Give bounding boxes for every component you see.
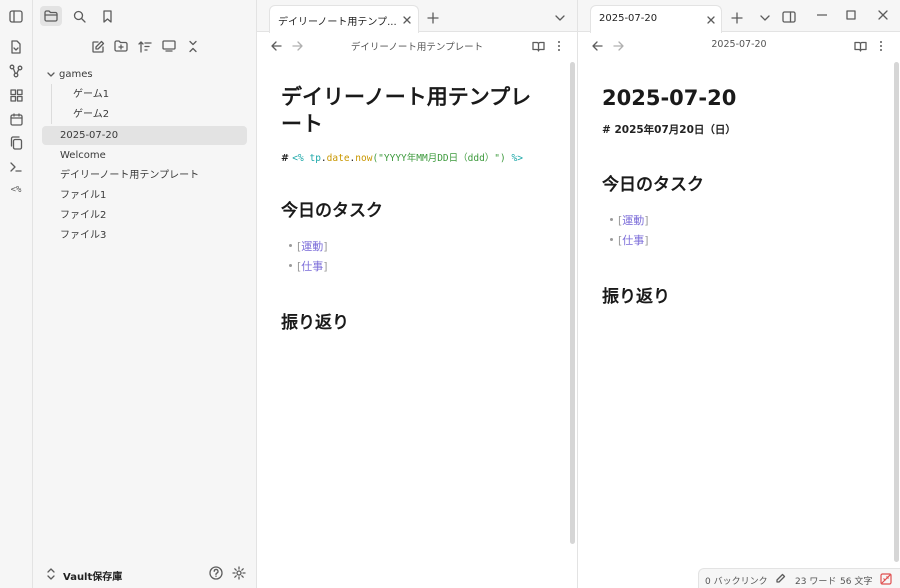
date-heading-line: # 2025年07月20日（日） (602, 124, 736, 136)
tab-list-chevron-down-icon[interactable] (758, 11, 772, 25)
tree-file-file2[interactable]: ファイル2 (60, 206, 106, 225)
templater-code-line: # <% tp.date.now("YYYY年MM月DD日（ddd）") %> (281, 153, 523, 164)
backlinks-count[interactable]: 0 バックリンク (705, 574, 768, 587)
file-label: ゲーム2 (73, 109, 110, 120)
file-label: ファイル2 (60, 210, 107, 221)
tree-file-daily-template[interactable]: デイリーノート用テンプレート (60, 166, 199, 185)
tab-2025-07-20[interactable]: 2025-07-20 (590, 5, 722, 33)
new-note-icon[interactable] (89, 38, 107, 54)
edit-pencil-icon[interactable] (775, 573, 786, 584)
sidebar-toggle-icon[interactable] (7, 7, 25, 25)
heading-todays-tasks: 今日のタスク (281, 201, 383, 221)
reading-view-book-icon[interactable] (531, 39, 545, 53)
minimize-window-icon[interactable] (815, 8, 829, 22)
char-count: 56 文字 (840, 577, 873, 587)
graph-view-icon[interactable] (7, 62, 25, 80)
editor-pane-daily-note: 2025-07-20 2025-07-20 2025-07-20 # 2025年… (578, 0, 900, 588)
vault-name: Vault保存庫 (63, 572, 123, 583)
bookmarks-tab-icon[interactable] (96, 6, 118, 26)
status-bar: 0 バックリンク 23 ワード 56 文字 (698, 568, 900, 588)
help-icon[interactable] (209, 566, 223, 580)
tree-indent-guide (51, 84, 52, 124)
close-icon[interactable] (706, 15, 716, 25)
tab-title: デイリーノート用テンプ... (278, 17, 396, 28)
settings-gear-icon[interactable] (232, 566, 246, 580)
files-tab-folder-icon[interactable] (40, 6, 62, 26)
file-label: ゲーム1 (73, 89, 110, 100)
canvas-icon[interactable] (7, 86, 25, 104)
vertical-scrollbar[interactable] (570, 62, 575, 544)
tab-title: 2025-07-20 (599, 13, 658, 24)
collapse-all-icon[interactable] (184, 38, 202, 54)
heading-review: 振り返り (281, 313, 349, 333)
tab-bar: 2025-07-20 (578, 0, 900, 33)
file-label: 2025-07-20 (60, 130, 119, 141)
copy-icon[interactable] (7, 134, 25, 152)
new-tab-plus-icon[interactable] (730, 11, 744, 25)
more-options-icon[interactable] (552, 39, 566, 53)
chevron-down-icon (47, 72, 55, 77)
tab-list-chevron-down-icon[interactable] (553, 11, 567, 25)
task-list-item: [仕事] (289, 258, 328, 274)
file-label: ファイル3 (60, 230, 107, 241)
vault-switcher[interactable]: Vault保存庫 (33, 560, 257, 588)
right-sidebar-toggle-icon[interactable] (782, 10, 796, 24)
tab-daily-template[interactable]: デイリーノート用テンプ... (269, 5, 419, 33)
note-heading-1: デイリーノート用テンプレ ート (281, 85, 532, 136)
file-explorer-sidebar: games ゲーム1 ゲーム2 2025-07-20 Welcome デイリーノ… (33, 0, 257, 588)
tab-bar: デイリーノート用テンプ... (257, 0, 577, 33)
tree-file-file1[interactable]: ファイル1 (60, 186, 106, 205)
tree-folder-games[interactable]: games (45, 65, 245, 84)
sort-order-icon[interactable] (136, 38, 154, 54)
new-folder-icon[interactable] (112, 38, 130, 54)
templater-icon[interactable]: <% (7, 181, 25, 199)
auto-reveal-icon[interactable] (160, 38, 178, 54)
sync-disabled-icon[interactable] (880, 573, 892, 585)
file-label: ファイル1 (60, 190, 107, 201)
ribbon: <% (0, 0, 33, 588)
tree-file-file3[interactable]: ファイル3 (60, 226, 106, 245)
close-icon[interactable] (402, 15, 412, 25)
tree-file-game2[interactable]: ゲーム2 (73, 105, 109, 124)
vertical-scrollbar[interactable] (894, 62, 899, 562)
editor-pane-template: デイリーノート用テンプ... デイリーノート用テンプレート デイリーノート用テン… (257, 0, 578, 588)
view-title: デイリーノート用テンプレート (350, 42, 484, 53)
folder-label: games (59, 69, 93, 80)
close-window-icon[interactable] (876, 8, 890, 22)
terminal-icon[interactable] (7, 158, 25, 176)
file-label: Welcome (60, 150, 106, 161)
file-label: デイリーノート用テンプレート (60, 170, 200, 181)
tree-file-welcome[interactable]: Welcome (60, 146, 106, 165)
chevron-up-down-icon (47, 568, 55, 580)
reading-view-book-icon[interactable] (853, 39, 867, 53)
heading-todays-tasks: 今日のタスク (602, 175, 704, 195)
task-list-item: [仕事] (610, 232, 649, 248)
view-header: デイリーノート用テンプレート (257, 32, 577, 58)
tree-file-game1[interactable]: ゲーム1 (73, 85, 109, 104)
more-options-icon[interactable] (874, 39, 888, 53)
search-tab-icon[interactable] (68, 6, 90, 26)
task-list-item: [運動] (610, 212, 649, 228)
heading-review: 振り返り (602, 287, 670, 307)
calendar-icon[interactable] (7, 110, 25, 128)
tree-file-2025-07-20[interactable]: 2025-07-20 (42, 126, 247, 145)
note-heading-1: 2025-07-20 (602, 86, 737, 110)
open-quick-switcher-icon[interactable] (7, 38, 25, 56)
new-tab-plus-icon[interactable] (426, 11, 440, 25)
view-header: 2025-07-20 (578, 32, 900, 58)
view-title: 2025-07-20 (711, 39, 767, 50)
maximize-window-icon[interactable] (844, 8, 858, 22)
templater-label: <% (10, 185, 22, 195)
word-count: 23 ワード (795, 577, 837, 587)
task-list-item: [運動] (289, 238, 328, 254)
